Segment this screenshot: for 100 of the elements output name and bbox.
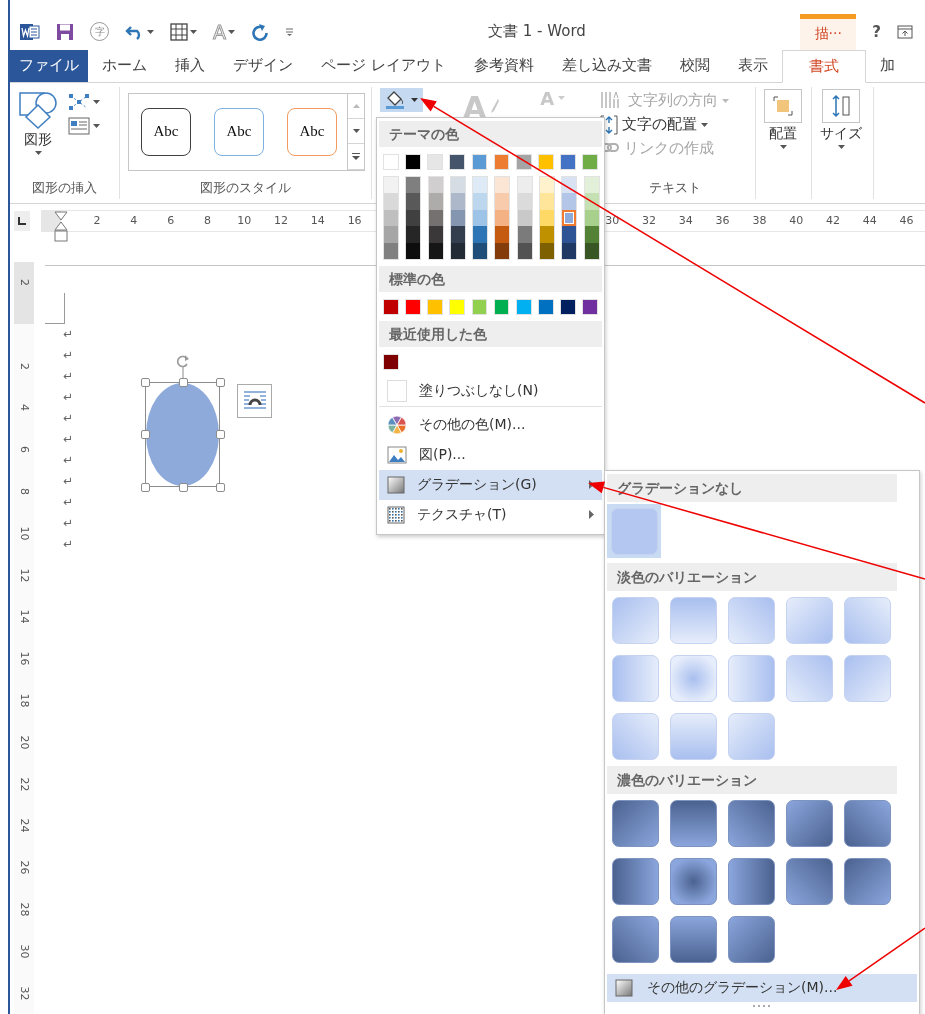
resize-handle[interactable]: [141, 377, 150, 387]
ribbon-tab[interactable]: 差し込み文書: [547, 49, 666, 82]
gradient-swatch[interactable]: [786, 800, 833, 847]
shape-style-preset[interactable]: Abc: [214, 107, 264, 156]
color-swatch[interactable]: [449, 298, 466, 315]
color-swatch[interactable]: [517, 177, 532, 194]
color-swatch[interactable]: [582, 298, 598, 315]
color-swatch[interactable]: [560, 154, 576, 170]
shapes-button[interactable]: 図形: [16, 88, 60, 179]
gradient-swatch[interactable]: [670, 713, 717, 760]
color-swatch[interactable]: [473, 226, 488, 243]
color-swatch[interactable]: [584, 209, 599, 227]
gradient-swatch[interactable]: [670, 800, 717, 847]
color-swatch[interactable]: [450, 209, 465, 227]
color-swatch[interactable]: [473, 177, 488, 194]
ribbon-tab[interactable]: ページ レイアウト: [307, 49, 460, 82]
color-swatch[interactable]: [540, 226, 555, 243]
color-swatch[interactable]: [493, 154, 510, 170]
color-swatch[interactable]: [450, 226, 465, 243]
color-swatch[interactable]: [495, 193, 510, 210]
ribbon-tab[interactable]: 挿入: [161, 49, 219, 82]
color-swatch[interactable]: [493, 298, 510, 315]
resize-handle[interactable]: [141, 482, 150, 492]
gradient-swatch[interactable]: [612, 800, 659, 847]
menu-item[interactable]: 図(P)...: [379, 439, 602, 470]
gradient-swatch[interactable]: [612, 916, 659, 963]
ribbon-tab[interactable]: ホーム: [88, 49, 161, 82]
gradient-swatch[interactable]: [612, 858, 659, 905]
ribbon-tab[interactable]: 書式: [781, 49, 866, 83]
color-swatch[interactable]: [450, 242, 465, 259]
color-swatch[interactable]: [473, 193, 488, 210]
gradient-swatch[interactable]: [612, 655, 659, 702]
gradient-swatch[interactable]: [728, 655, 775, 702]
color-swatch[interactable]: [562, 226, 577, 243]
gradient-swatch[interactable]: [844, 800, 891, 847]
gradient-swatch[interactable]: [612, 597, 659, 644]
menu-item[interactable]: その他の色(M)...: [379, 409, 602, 440]
color-swatch[interactable]: [560, 298, 576, 315]
ribbon-tab[interactable]: 表示: [723, 49, 782, 82]
gradient-swatch[interactable]: [844, 858, 891, 905]
quick-access-button[interactable]: [170, 22, 197, 41]
color-swatch[interactable]: [584, 226, 599, 243]
color-swatch[interactable]: [427, 298, 444, 315]
gradient-swatch[interactable]: [670, 655, 717, 702]
menu-item[interactable]: テクスチャ(T): [379, 499, 602, 530]
color-swatch[interactable]: [584, 177, 599, 194]
gradient-swatch[interactable]: [844, 655, 891, 702]
gradient-swatch[interactable]: [786, 655, 833, 702]
arrange-button[interactable]: 配置: [762, 88, 804, 199]
color-swatch[interactable]: [517, 226, 532, 243]
color-swatch[interactable]: [427, 154, 444, 170]
ribbon-display-icon[interactable]: [897, 24, 913, 39]
color-swatch[interactable]: [405, 154, 421, 170]
color-swatch[interactable]: [537, 154, 554, 170]
color-swatch[interactable]: [428, 209, 443, 227]
ribbon-tab[interactable]: 参考資料: [459, 49, 548, 82]
menu-item[interactable]: グラデーション(G): [379, 469, 602, 500]
color-swatch[interactable]: [383, 298, 399, 315]
color-swatch[interactable]: [537, 298, 554, 315]
color-swatch[interactable]: [384, 226, 398, 243]
quick-access-button[interactable]: [125, 23, 154, 40]
color-swatch[interactable]: [540, 177, 555, 194]
resize-handle[interactable]: [141, 430, 150, 440]
color-swatch[interactable]: [584, 193, 599, 210]
menu-item[interactable]: 塗りつぶしなし(N): [379, 375, 602, 407]
resize-handle[interactable]: [216, 377, 225, 387]
color-swatch[interactable]: [406, 226, 421, 243]
gradient-swatch[interactable]: [728, 597, 775, 644]
gradient-swatch[interactable]: [786, 858, 833, 905]
color-swatch[interactable]: [495, 226, 510, 243]
gradient-swatch[interactable]: [670, 858, 717, 905]
quick-access-button[interactable]: [56, 22, 74, 41]
color-swatch[interactable]: [428, 193, 443, 210]
color-swatch[interactable]: [582, 154, 598, 170]
color-swatch[interactable]: [562, 193, 577, 210]
color-swatch[interactable]: [517, 242, 532, 259]
text-box-button[interactable]: [68, 116, 100, 135]
gradient-swatch[interactable]: [670, 597, 717, 644]
resize-handle[interactable]: [216, 482, 225, 492]
resize-grip-icon[interactable]: [752, 1004, 772, 1008]
ribbon-tab[interactable]: 加: [865, 49, 909, 82]
color-swatch[interactable]: [562, 177, 577, 194]
color-swatch[interactable]: [428, 242, 443, 259]
gradient-swatch[interactable]: [670, 916, 717, 963]
quick-access-button[interactable]: [20, 21, 40, 42]
color-swatch[interactable]: [449, 154, 466, 170]
ellipse-shape[interactable]: [146, 382, 219, 486]
color-swatch[interactable]: [540, 193, 555, 210]
ribbon-tab[interactable]: デザイン: [219, 49, 307, 82]
quick-access-button[interactable]: [285, 27, 294, 37]
color-swatch[interactable]: [428, 177, 443, 194]
shape-style-preset[interactable]: Abc: [141, 107, 191, 156]
indent-marker[interactable]: [53, 210, 68, 243]
color-swatch[interactable]: [450, 177, 465, 194]
color-swatch[interactable]: [428, 226, 443, 243]
quick-access-button[interactable]: [251, 22, 269, 41]
gradient-swatch[interactable]: [728, 713, 775, 760]
color-swatch[interactable]: [406, 177, 421, 194]
gradient-swatch[interactable]: [612, 713, 659, 760]
context-tab[interactable]: 描···: [800, 13, 857, 50]
